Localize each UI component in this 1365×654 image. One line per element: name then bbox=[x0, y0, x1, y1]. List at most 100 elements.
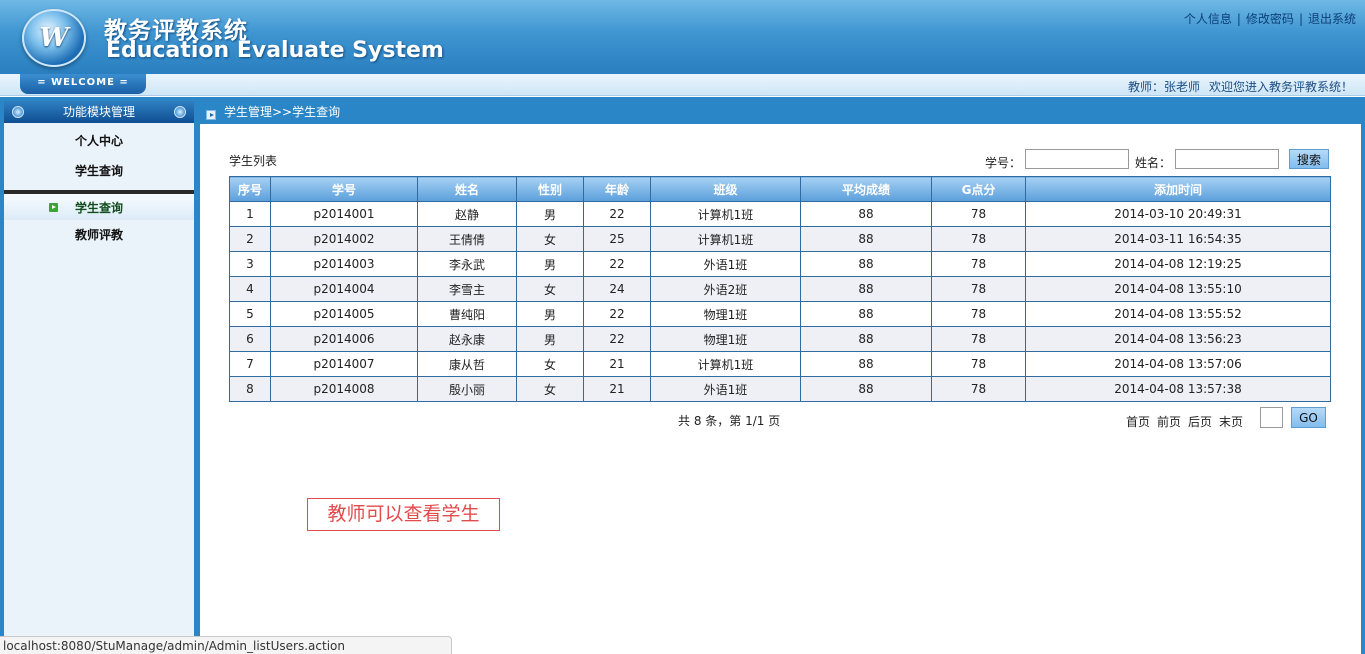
table-header-row: 序号 学号 姓名 性别 年龄 班级 平均成绩 G点分 添加时间 bbox=[229, 176, 1331, 202]
cell-added-time: 2014-04-08 13:57:06 bbox=[1025, 351, 1331, 377]
sidebar-item-student-query[interactable]: 学生查询 bbox=[4, 190, 194, 220]
breadcrumb: 学生管理>>学生查询 bbox=[199, 101, 1361, 124]
student-id-label: 学号： bbox=[985, 156, 1022, 170]
cell-name: 曹纯阳 bbox=[417, 301, 517, 327]
table-row: 8 p2014008 殷小丽 女 21 外语1班 88 78 2014-04-0… bbox=[229, 376, 1331, 402]
cell-class: 计算机1班 bbox=[650, 201, 801, 227]
app-logo-icon: W bbox=[22, 9, 86, 67]
student-name-label: 姓名： bbox=[1135, 156, 1172, 170]
table-row: 1 p2014001 赵静 男 22 计算机1班 88 78 2014-03-1… bbox=[229, 201, 1331, 227]
breadcrumb-arrow-icon bbox=[206, 110, 216, 120]
search-form: 学号： 姓名： 搜索 bbox=[977, 148, 1329, 170]
cell-added-time: 2014-04-08 13:55:52 bbox=[1025, 301, 1331, 327]
cell-index: 6 bbox=[229, 326, 271, 352]
link-separator: | bbox=[1298, 12, 1303, 26]
cell-student-id: p2014008 bbox=[270, 376, 418, 402]
cell-average-score: 88 bbox=[800, 251, 932, 277]
column-header: G点分 bbox=[931, 176, 1026, 202]
sidebar-item-teacher-evaluation[interactable]: 教师评教 bbox=[4, 220, 194, 250]
cell-average-score: 88 bbox=[800, 301, 932, 327]
cell-average-score: 88 bbox=[800, 351, 932, 377]
column-header: 年龄 bbox=[583, 176, 651, 202]
cell-added-time: 2014-04-08 13:55:10 bbox=[1025, 276, 1331, 302]
change-password-link[interactable]: 修改密码 bbox=[1246, 12, 1294, 26]
logo-letter: W bbox=[39, 23, 69, 53]
cell-name: 王倩倩 bbox=[417, 226, 517, 252]
cell-average-score: 88 bbox=[800, 276, 932, 302]
cell-average-score: 88 bbox=[800, 201, 932, 227]
welcome-message: 教师：张老师 欢迎您进入教务评教系统！ bbox=[1119, 78, 1353, 95]
cell-gender: 男 bbox=[516, 201, 584, 227]
sidebar-item-personal-center[interactable]: 个人中心 bbox=[4, 126, 194, 156]
breadcrumb-text: 学生管理>>学生查询 bbox=[224, 105, 341, 119]
cell-class: 计算机1班 bbox=[650, 351, 801, 377]
profile-link[interactable]: 个人信息 bbox=[1184, 12, 1232, 26]
sidebar-heading-label: 功能模块管理 bbox=[62, 105, 135, 119]
cell-gender: 女 bbox=[516, 226, 584, 252]
cell-age: 21 bbox=[583, 376, 651, 402]
browser-status-url: localhost:8080/StuManage/admin/Admin_lis… bbox=[0, 636, 452, 654]
column-header: 班级 bbox=[650, 176, 801, 202]
cell-class: 计算机1班 bbox=[650, 226, 801, 252]
last-page-link[interactable]: 末页 bbox=[1219, 415, 1243, 429]
cell-average-score: 88 bbox=[800, 376, 932, 402]
app-title-en: Education Evaluate System bbox=[106, 38, 444, 63]
go-button[interactable]: GO bbox=[1291, 407, 1326, 428]
cell-age: 24 bbox=[583, 276, 651, 302]
column-header: 性别 bbox=[516, 176, 584, 202]
arrow-right-icon bbox=[49, 203, 58, 212]
cell-index: 8 bbox=[229, 376, 271, 402]
sidebar-item-student-query-group[interactable]: 学生查询 bbox=[4, 156, 194, 186]
cell-age: 21 bbox=[583, 351, 651, 377]
cell-age: 25 bbox=[583, 226, 651, 252]
cell-g-score: 78 bbox=[931, 226, 1026, 252]
logout-link[interactable]: 退出系统 bbox=[1308, 12, 1356, 26]
student-id-input[interactable] bbox=[1025, 149, 1129, 169]
welcome-tab: = WELCOME = bbox=[20, 74, 146, 94]
cell-gender: 男 bbox=[516, 251, 584, 277]
list-title: 学生列表 bbox=[229, 154, 278, 168]
table-row: 5 p2014005 曹纯阳 男 22 物理1班 88 78 2014-04-0… bbox=[229, 301, 1331, 327]
sidebar: 功能模块管理 个人中心 学生查询 学生查询 教师评教 bbox=[4, 101, 194, 654]
cell-name: 李永武 bbox=[417, 251, 517, 277]
cell-gender: 女 bbox=[516, 351, 584, 377]
cell-index: 4 bbox=[229, 276, 271, 302]
cell-index: 2 bbox=[229, 226, 271, 252]
pagination-links: 首页 前页 后页 末页 bbox=[1126, 413, 1250, 430]
page-number-input[interactable] bbox=[1260, 407, 1283, 428]
cell-g-score: 78 bbox=[931, 276, 1026, 302]
next-page-link[interactable]: 后页 bbox=[1188, 415, 1212, 429]
orb-icon bbox=[174, 106, 186, 118]
cell-added-time: 2014-04-08 13:56:23 bbox=[1025, 326, 1331, 352]
cell-age: 22 bbox=[583, 201, 651, 227]
column-header: 学号 bbox=[270, 176, 418, 202]
first-page-link[interactable]: 首页 bbox=[1126, 415, 1150, 429]
column-header: 姓名 bbox=[417, 176, 517, 202]
cell-added-time: 2014-04-08 13:57:38 bbox=[1025, 376, 1331, 402]
prev-page-link[interactable]: 前页 bbox=[1157, 415, 1181, 429]
table-row: 2 p2014002 王倩倩 女 25 计算机1班 88 78 2014-03-… bbox=[229, 226, 1331, 252]
cell-added-time: 2014-03-10 20:49:31 bbox=[1025, 201, 1331, 227]
link-separator: | bbox=[1236, 12, 1241, 26]
student-name-input[interactable] bbox=[1175, 149, 1279, 169]
cell-name: 康从哲 bbox=[417, 351, 517, 377]
welcome-greeting: 欢迎您进入教务评教系统！ bbox=[1208, 80, 1353, 94]
cell-g-score: 78 bbox=[931, 251, 1026, 277]
search-button[interactable]: 搜索 bbox=[1289, 149, 1329, 169]
table-row: 6 p2014006 赵永康 男 22 物理1班 88 78 2014-04-0… bbox=[229, 326, 1331, 352]
cell-gender: 男 bbox=[516, 326, 584, 352]
sidebar-item-label: 学生查询 bbox=[75, 201, 124, 215]
cell-gender: 女 bbox=[516, 376, 584, 402]
cell-added-time: 2014-03-11 16:54:35 bbox=[1025, 226, 1331, 252]
pagination-info: 共 8 条，第 1/1 页 bbox=[678, 414, 781, 428]
cell-g-score: 78 bbox=[931, 301, 1026, 327]
welcome-bar: = WELCOME = 教师：张老师 欢迎您进入教务评教系统！ bbox=[0, 74, 1365, 96]
current-user: 教师：张老师 bbox=[1127, 80, 1200, 94]
top-links: 个人信息 | 修改密码 | 退出系统 bbox=[1184, 10, 1356, 27]
cell-class: 外语2班 bbox=[650, 276, 801, 302]
cell-age: 22 bbox=[583, 301, 651, 327]
cell-name: 赵静 bbox=[417, 201, 517, 227]
cell-g-score: 78 bbox=[931, 201, 1026, 227]
column-header: 添加时间 bbox=[1025, 176, 1331, 202]
cell-index: 7 bbox=[229, 351, 271, 377]
